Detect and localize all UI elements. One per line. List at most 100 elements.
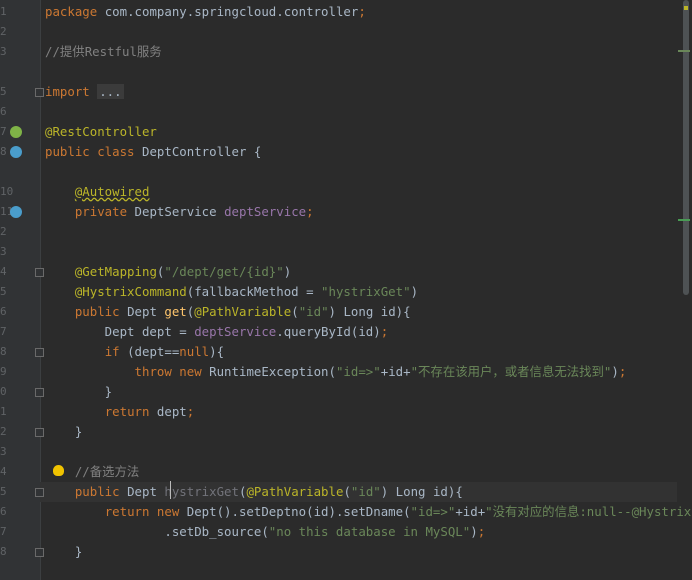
code-line[interactable]: @Autowired xyxy=(45,182,692,202)
fold-toggle-icon[interactable] xyxy=(35,548,44,557)
code-line[interactable]: public Dept get(@PathVariable("id") Long… xyxy=(45,302,692,322)
code-line[interactable]: } xyxy=(45,382,692,402)
code-line[interactable] xyxy=(45,442,692,462)
code-token: ; xyxy=(306,204,314,219)
code-token: ; xyxy=(618,364,627,379)
fold-toggle-icon[interactable] xyxy=(35,88,44,97)
code-line[interactable]: import ... xyxy=(45,82,692,102)
line-number: 11 xyxy=(0,202,13,222)
code-token: ) Long id){ xyxy=(328,304,411,319)
code-token: get xyxy=(164,304,187,319)
code-token: +id+ xyxy=(380,364,411,379)
code-token: //提供Restful服务 xyxy=(45,44,162,59)
code-line[interactable]: throw new RuntimeException("id=>"+id+"不存… xyxy=(45,362,692,382)
line-number: 2 xyxy=(0,25,7,38)
line-number: 10 xyxy=(0,182,13,202)
code-line[interactable]: return dept; xyxy=(45,402,692,422)
code-token: dept xyxy=(156,404,187,419)
line-number: 6 xyxy=(0,305,7,318)
code-token: "id" xyxy=(298,304,329,319)
code-token: ) Long id){ xyxy=(380,484,463,499)
lightbulb-icon[interactable] xyxy=(53,465,64,476)
line-number: 9 xyxy=(0,365,7,378)
fold-toggle-icon[interactable] xyxy=(35,388,44,397)
code-token: Dept xyxy=(127,484,165,499)
code-token: return new xyxy=(104,504,187,519)
fold-toggle-icon[interactable] xyxy=(35,428,44,437)
code-line[interactable] xyxy=(45,102,692,122)
code-token: public xyxy=(74,304,128,319)
code-token: public xyxy=(74,484,128,499)
code-line[interactable]: //备选方法 xyxy=(45,462,692,482)
line-number: 5 xyxy=(0,285,7,298)
code-token: public class xyxy=(45,144,142,159)
line-number: 6 xyxy=(0,505,7,518)
code-token: import xyxy=(45,84,98,99)
code-line[interactable] xyxy=(45,62,692,82)
code-token: com.company.springcloud.controller xyxy=(104,4,359,19)
code-token: package xyxy=(45,4,105,19)
code-line[interactable] xyxy=(45,22,692,42)
code-token: ) xyxy=(470,524,478,539)
fold-toggle-icon[interactable] xyxy=(35,488,44,497)
code-line[interactable]: @GetMapping("/dept/get/{id}") xyxy=(45,262,692,282)
spring-bean-run-icon[interactable] xyxy=(10,146,22,158)
code-line[interactable]: //提供Restful服务 xyxy=(45,42,692,62)
code-line[interactable]: } xyxy=(45,422,692,442)
code-line[interactable]: .setDb_source("no this database in MySQL… xyxy=(45,522,692,542)
code-token: RuntimeException( xyxy=(209,364,336,379)
code-line[interactable]: @HystrixCommand(fallbackMethod = "hystri… xyxy=(45,282,692,302)
code-token: "id=>" xyxy=(410,504,456,519)
fold-toggle-icon[interactable] xyxy=(35,268,44,277)
code-token: ){ xyxy=(209,344,225,359)
spring-bean-icon[interactable] xyxy=(10,126,22,138)
code-token: //备选方法 xyxy=(74,464,140,479)
code-line[interactable]: public Dept hystrixGet(@PathVariable("id… xyxy=(45,482,692,502)
code-token: DeptService xyxy=(134,204,225,219)
line-number: 4 xyxy=(0,265,7,278)
code-token: ) xyxy=(283,264,292,279)
code-token: "hystrixGet" xyxy=(321,284,411,299)
line-number xyxy=(0,62,6,82)
code-token: "no this database in MySQL" xyxy=(268,524,471,539)
code-line[interactable] xyxy=(45,242,692,262)
code-line[interactable]: @RestController xyxy=(45,122,692,142)
line-number: 4 xyxy=(0,465,7,478)
fold-toggle-icon[interactable] xyxy=(35,348,44,357)
line-number: 3 xyxy=(0,445,7,458)
code-token: return xyxy=(104,404,157,419)
code-line[interactable]: public class DeptController { xyxy=(45,142,692,162)
spring-autowire-icon[interactable] xyxy=(10,206,22,218)
code-token: @Autowired xyxy=(74,184,150,199)
line-number: 6 xyxy=(0,105,7,118)
code-line[interactable]: Dept dept = deptService.queryById(id); xyxy=(45,322,692,342)
code-token: "不存在该用户，或者信息无法找到" xyxy=(410,364,612,379)
code-token: if xyxy=(104,344,128,359)
code-token: ) xyxy=(611,364,619,379)
code-token: throw new xyxy=(134,364,210,379)
code-token: "id" xyxy=(350,484,381,499)
code-token: private xyxy=(74,204,135,219)
code-line[interactable]: package com.company.springcloud.controll… xyxy=(45,2,692,22)
code-token: (fallbackMethod = xyxy=(186,284,322,299)
code-line[interactable]: private DeptService deptService; xyxy=(45,202,692,222)
code-token: } xyxy=(45,544,83,559)
code-token: ; xyxy=(186,404,195,419)
code-line[interactable]: if (dept==null){ xyxy=(45,342,692,362)
code-token: } xyxy=(45,424,83,439)
code-line[interactable]: return new Dept().setDeptno(id).setDname… xyxy=(45,502,692,522)
line-number: 5 xyxy=(0,85,7,98)
line-number: 7 xyxy=(0,325,7,338)
code-token: .setDb_source( xyxy=(45,524,269,539)
code-token: DeptController { xyxy=(141,144,262,159)
code-line[interactable] xyxy=(45,162,692,182)
code-token: "id=>" xyxy=(335,364,381,379)
code-line[interactable]: } xyxy=(45,542,692,562)
code-line[interactable] xyxy=(45,222,692,242)
